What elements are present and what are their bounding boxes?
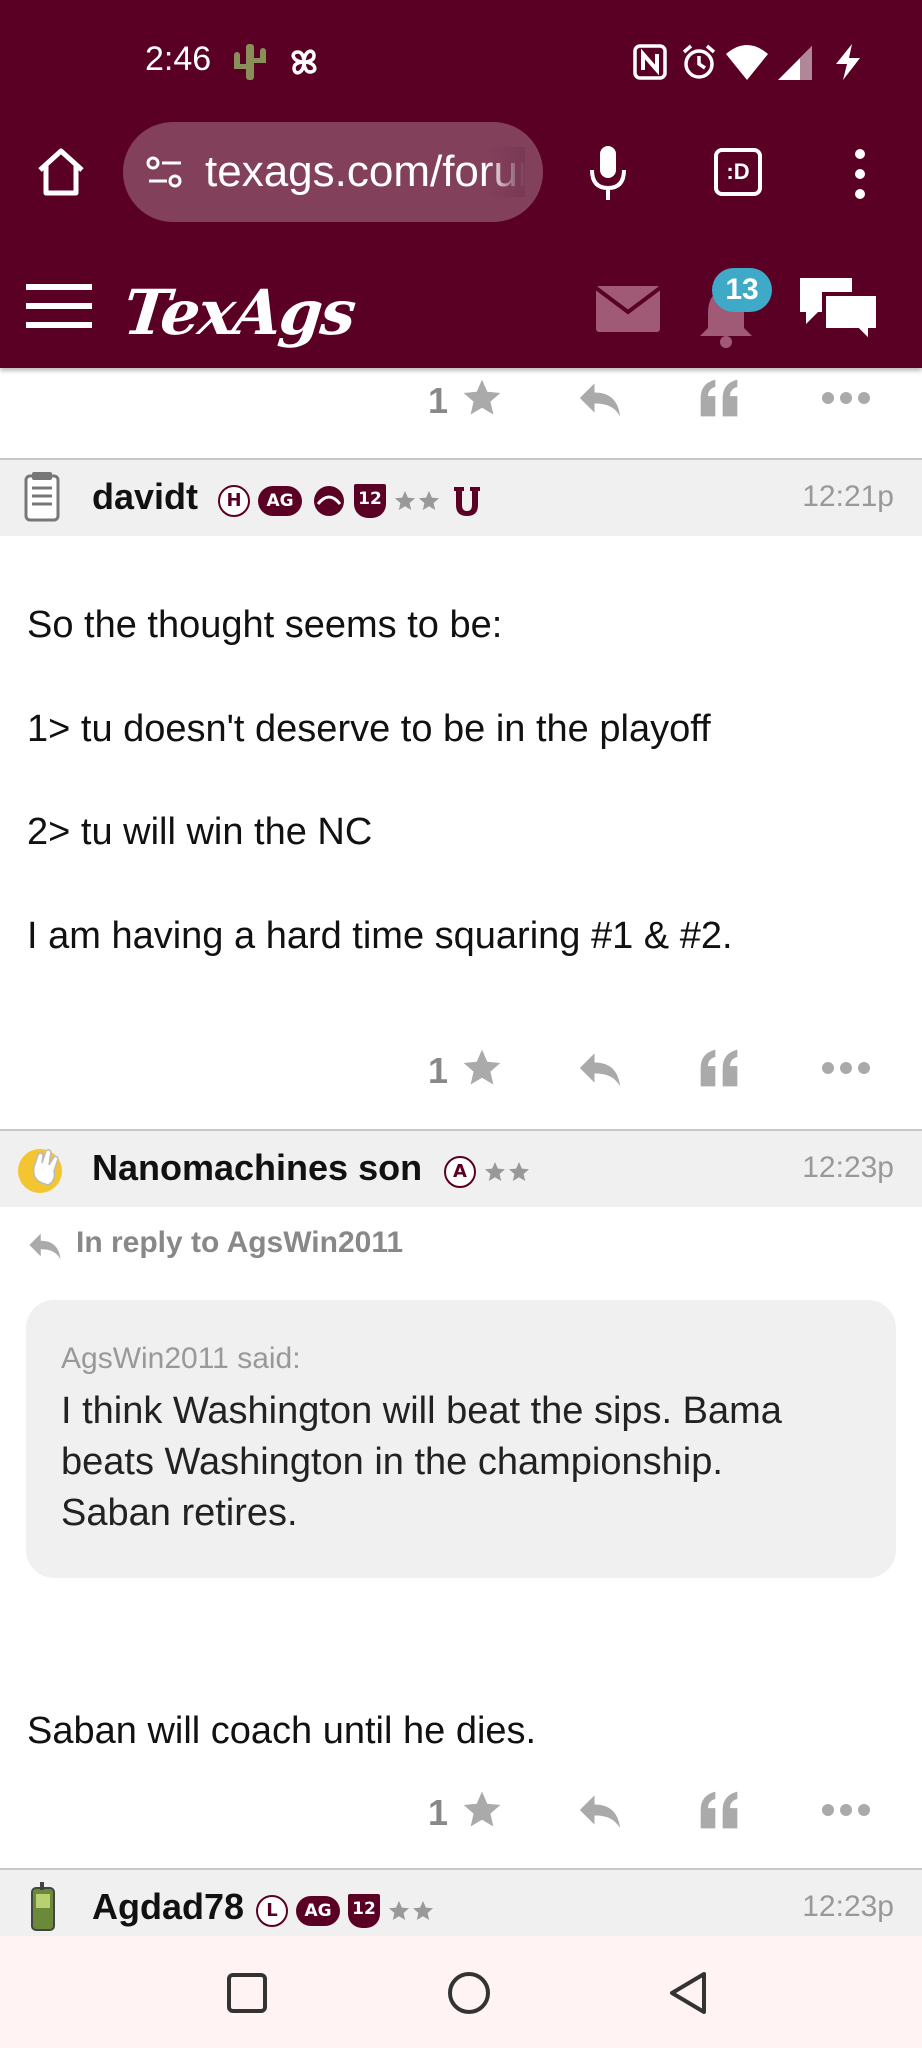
quote-icon[interactable] [696,1788,742,1832]
ag-badge: AG [296,1896,340,1926]
notification-badge: 13 [712,268,772,312]
post-header: davidt H AG 12 12:21p [0,458,922,536]
mail-icon[interactable] [596,286,660,332]
big12-badge: 12 [354,484,386,518]
author-name[interactable]: davidt [92,476,198,518]
star-icon[interactable] [460,376,504,420]
quote-box: AgsWin2011 said: I think Washington will… [26,1300,896,1578]
tab-switcher-button[interactable]: :D [714,148,762,196]
two-stars-icon [485,1162,529,1181]
battery-charging-icon [836,44,860,80]
quote-text-line: I think Washington will beat the sips. B… [61,1390,782,1432]
flair-badge: L [256,1895,288,1927]
post-header: Nanomachines son A 12:23p [0,1129,922,1207]
home-icon[interactable] [34,146,88,198]
more-horiz-icon[interactable] [820,1046,872,1090]
post-actions: 1 [0,1042,922,1102]
thread-content: 1 davidt H AG 12 12:21p So the thought s… [0,368,922,1936]
reply-icon[interactable] [576,376,624,420]
star-icon[interactable] [460,1046,504,1090]
like-count: 1 [428,380,449,421]
two-stars-icon [389,1901,433,1920]
post-header: Agdad78 L AG 12 12:23p [0,1868,922,1936]
avatar[interactable] [16,472,70,526]
post-text-line: Saban will coach until he dies. [27,1710,537,1752]
pinwheel-icon [291,49,317,75]
signal-icon [778,46,812,80]
system-nav-bar [0,1936,922,2048]
hamburger-menu-icon[interactable] [26,280,92,332]
user-flair: L AG 12 [256,1894,434,1928]
cactus-icon [234,44,266,80]
quote-author: AgsWin2011 said: [61,1342,301,1375]
url-text: texags.com/forums [205,147,525,197]
user-flair: A [444,1155,530,1189]
browser-toolbar: texags.com/forums :D [0,120,922,268]
more-horiz-icon[interactable] [820,376,872,420]
university-u-icon [454,487,480,516]
like-count: 1 [428,1792,449,1833]
more-horiz-icon[interactable] [820,1788,872,1832]
post-text-line: 1> tu doesn't deserve to be in the playo… [27,708,711,750]
quote-text-line: Saban retires. [61,1492,298,1534]
site-header: TexAgs 13 [0,268,922,368]
user-flair: H AG 12 [218,484,482,518]
quote-icon[interactable] [696,376,742,420]
like-count: 1 [428,1050,449,1091]
author-name[interactable]: Nanomachines son [92,1147,422,1189]
post-time: 12:23p [802,1151,894,1184]
url-field[interactable]: texags.com/forums [123,122,543,222]
alarm-icon [682,44,716,79]
more-vert-icon[interactable] [848,148,872,200]
post-time: 12:23p [802,1890,894,1923]
flair-badge: A [444,1156,476,1188]
avatar[interactable] [16,1882,70,1936]
ag-badge: AG [258,486,302,516]
post-text-line: 2> tu will win the NC [27,811,373,853]
reply-icon[interactable] [576,1788,624,1832]
two-stars-icon [395,491,439,510]
author-name[interactable]: Agdad78 [92,1886,244,1928]
back-nav-icon[interactable] [666,1970,710,2016]
chat-icon[interactable] [796,272,882,344]
recents-icon[interactable] [226,1972,268,2014]
nfc-icon [633,44,667,80]
post-actions: 1 [0,1784,922,1844]
star-icon[interactable] [460,1788,504,1832]
big12-badge: 12 [348,1894,380,1928]
post-time: 12:21p [802,480,894,513]
quote-text-line: beats Washington in the championship. [61,1441,723,1483]
home-nav-icon[interactable] [446,1970,492,2016]
status-bar: 2:46 [0,0,922,120]
status-time: 2:46 [145,40,212,78]
microphone-icon[interactable] [588,144,628,202]
quote-icon[interactable] [696,1046,742,1090]
reply-to-text: In reply to AgsWin2011 [76,1226,404,1259]
site-settings-icon[interactable] [145,152,185,192]
post-text-line: I am having a hard time squaring #1 & #2… [27,915,733,957]
sports-logo-icon [314,486,344,516]
reply-icon [29,1233,61,1260]
post-text-line: So the thought seems to be: [27,604,503,646]
site-logo[interactable]: TexAgs [120,276,357,349]
avatar[interactable] [16,1143,70,1197]
flair-badge: H [218,485,250,517]
post-actions: 1 [0,372,922,432]
reply-icon[interactable] [576,1046,624,1090]
wifi-icon [726,45,768,80]
